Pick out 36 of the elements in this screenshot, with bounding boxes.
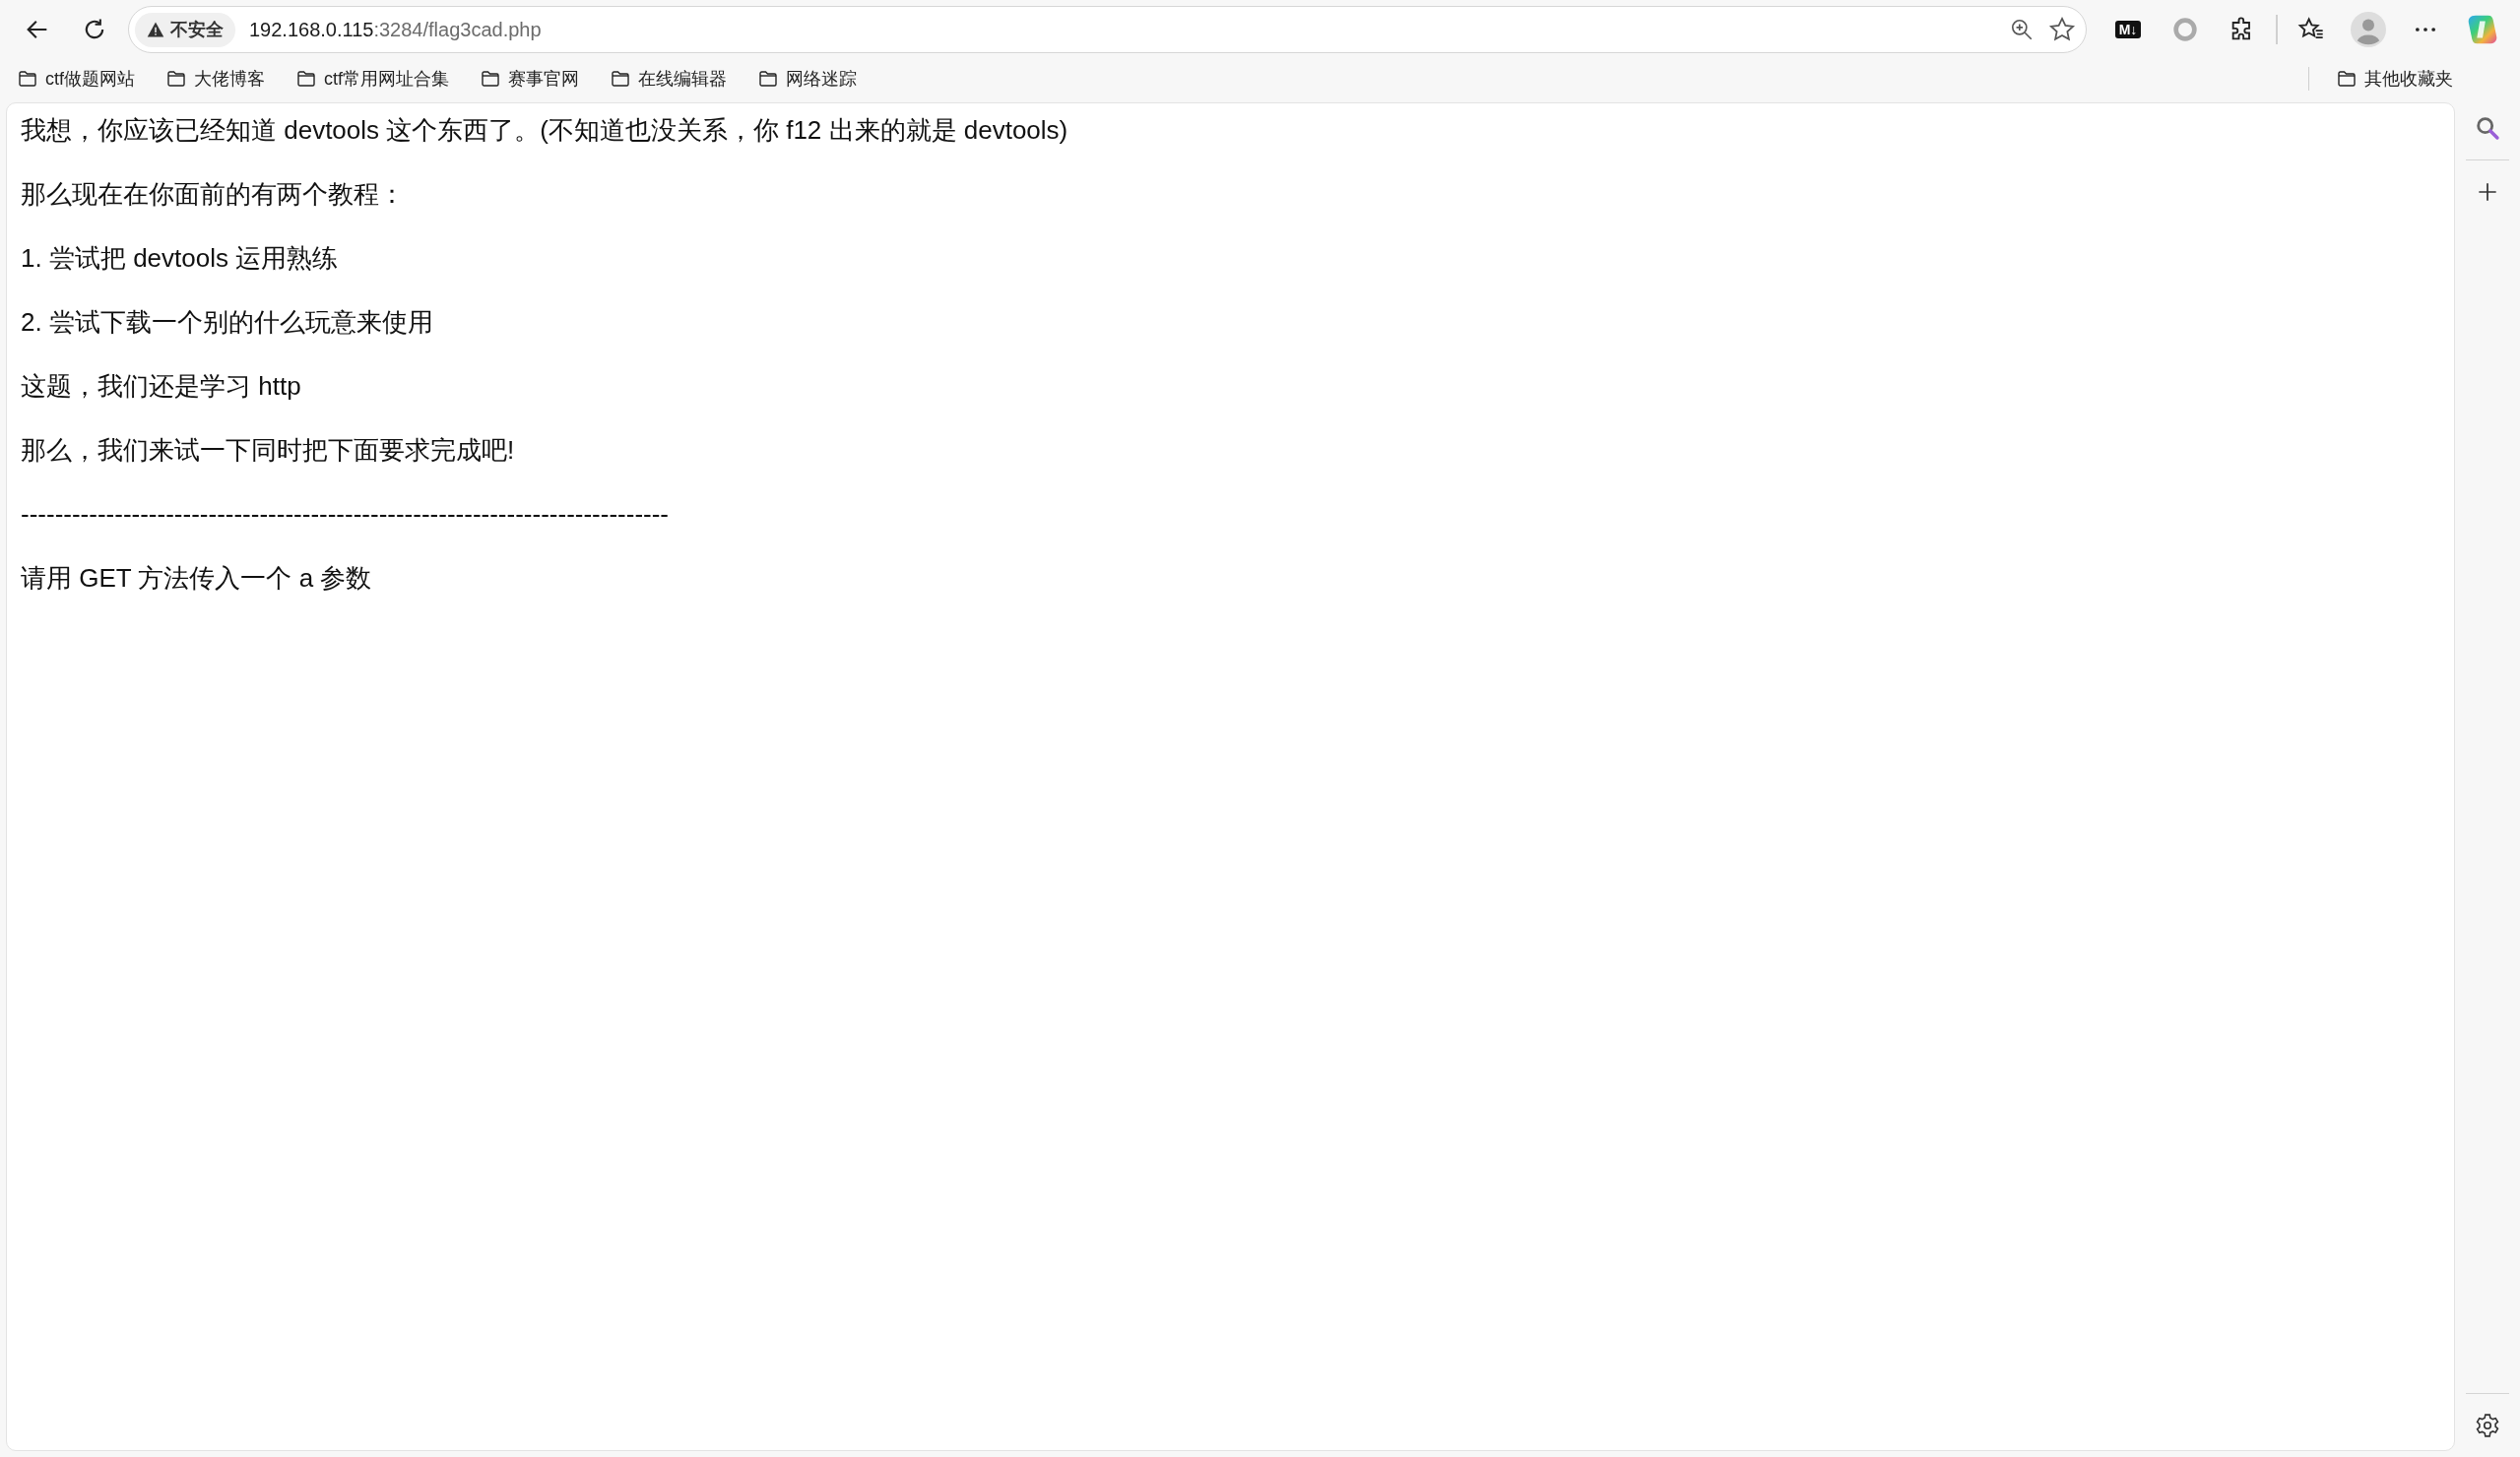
folder-icon: [611, 70, 631, 88]
bookmark-item[interactable]: 网络迷踪: [754, 63, 862, 95]
page-paragraph: 1. 尝试把 devtools 运用熟练: [21, 242, 340, 275]
address-bar[interactable]: 不安全 192.168.0.115:3284/flag3cad.php: [128, 6, 2087, 53]
folder-icon: [2337, 70, 2357, 88]
settings-icon: [2475, 1413, 2500, 1438]
markdown-extension-button[interactable]: M↓: [2104, 6, 2152, 53]
other-bookmarks-folder[interactable]: 其他收藏夹: [2333, 63, 2457, 95]
page-paragraph: 我想，你应该已经知道 devtools 这个东西了。(不知道也没关系，你 f12 出来的就是 devtools): [21, 114, 1069, 147]
page-paragraph: 请用 GET 方法传入一个 a 参数: [21, 562, 373, 595]
search-icon: [2474, 114, 2501, 142]
folder-icon: [296, 70, 316, 88]
star-icon[interactable]: [2048, 16, 2076, 43]
bookmark-item[interactable]: ctf做题网站: [14, 63, 139, 95]
folder-icon: [166, 70, 186, 88]
ring-icon: [2171, 16, 2199, 43]
bookmark-item[interactable]: 大佬博客: [162, 63, 269, 95]
bookmark-item[interactable]: 在线编辑器: [607, 63, 732, 95]
security-indicator[interactable]: 不安全: [135, 12, 235, 47]
page-paragraph: 2. 尝试下载一个别的什么玩意来使用: [21, 306, 434, 339]
folder-icon: [18, 70, 37, 88]
avatar-icon: [2351, 12, 2386, 47]
folder-icon: [481, 70, 501, 88]
url-text: 192.168.0.115:3284/flag3cad.php: [249, 18, 543, 42]
page-paragraph: 那么，我们来试一下同时把下面要求完成吧!: [21, 434, 516, 467]
zoom-in-icon[interactable]: [2009, 17, 2035, 42]
security-label: 不安全: [170, 18, 224, 41]
more-icon: [2416, 28, 2435, 32]
bookmark-item[interactable]: 赛事官网: [477, 63, 584, 95]
page-paragraph: 这题，我们还是学习 http: [21, 370, 302, 403]
bookmark-item[interactable]: ctf常用网址合集: [292, 63, 454, 95]
page-paragraph: 那么现在在你面前的有两个教程：: [21, 178, 406, 211]
folder-icon: [758, 70, 779, 88]
warning-icon: [147, 21, 164, 38]
copilot-logo: [2466, 13, 2499, 46]
page-paragraph: ----------------------------------------------------------------------------: [21, 498, 671, 531]
